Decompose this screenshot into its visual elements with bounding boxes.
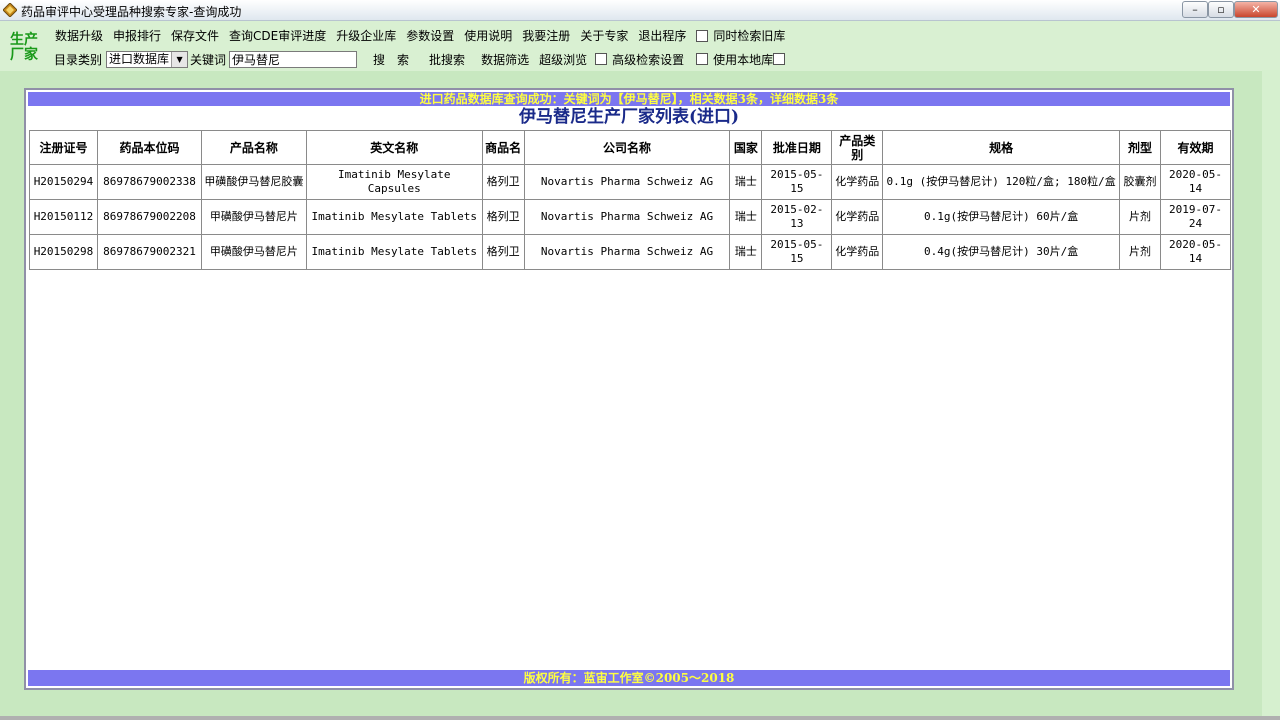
local-db-label: 使用本地库 [713, 52, 774, 67]
cell-form: 片剂 [1119, 234, 1161, 270]
filter-button[interactable]: 数据筛选 [481, 51, 529, 68]
menu-exit[interactable]: 退出程序 [638, 27, 686, 44]
window-title: 药品审评中心受理品种搜索专家-查询成功 [21, 5, 242, 19]
col-header[interactable]: 公司名称 [523, 130, 731, 165]
cell-english: Imatinib Mesylate Tablets [305, 234, 483, 270]
cell-brand: 格列卫 [481, 199, 525, 235]
cell-reg-no: H20150298 [29, 234, 98, 270]
cell-spec: 0.4g(按伊马替尼计) 30片/盒 [882, 234, 1120, 270]
menu-register[interactable]: 我要注册 [522, 27, 570, 44]
cell-company: Novartis Pharma Schweiz AG [523, 164, 731, 200]
title-bar: 药品审评中心受理品种搜索专家-查询成功 – ▫ ✕ [0, 0, 1280, 21]
col-header[interactable]: 商品名 [481, 130, 525, 165]
cell-approval-date: 2015-02-13 [761, 199, 833, 235]
advanced-settings-label[interactable]: 高级检索设置 [612, 51, 684, 68]
cell-country: 瑞士 [729, 164, 763, 200]
menu-data-upgrade[interactable]: 数据升级 [55, 27, 103, 44]
close-button[interactable]: ✕ [1234, 1, 1278, 18]
logo-line-1: 生产 [10, 32, 38, 48]
cell-category: 化学药品 [831, 164, 884, 200]
cell-expiry: 2020-05-14 [1159, 164, 1232, 200]
cell-reg-no: H20150112 [29, 199, 98, 235]
cell-english: Imatinib Mesylate Capsules [305, 164, 483, 200]
cell-reg-no: H20150294 [29, 164, 98, 200]
cell-expiry: 2020-05-14 [1159, 234, 1232, 270]
col-header[interactable]: 有效期 [1159, 130, 1232, 165]
cell-company: Novartis Pharma Schweiz AG [523, 199, 731, 235]
col-header[interactable]: 规格 [882, 130, 1120, 165]
menu-bar: 数据升级 申报排行 保存文件 查询CDE审评进度 升级企业库 参数设置 使用说明… [55, 27, 785, 44]
local-db-checkbox-2[interactable] [773, 53, 786, 65]
cell-category: 化学药品 [831, 199, 884, 235]
cell-brand: 格列卫 [481, 164, 525, 200]
status-strip [0, 716, 1280, 720]
cell-code: 86978679002338 [96, 164, 202, 200]
old-db-checkbox-label: 同时检索旧库 [713, 29, 786, 43]
cell-code: 86978679002321 [96, 234, 202, 270]
maximize-button[interactable]: ▫ [1208, 1, 1234, 18]
chevron-down-icon[interactable]: ▼ [171, 51, 188, 67]
cell-country: 瑞士 [729, 199, 763, 235]
col-header[interactable]: 产品名称 [200, 130, 307, 165]
logo: 生产 厂家 [10, 33, 44, 63]
logo-line-2: 厂家 [10, 47, 38, 63]
old-db-checkbox[interactable] [696, 29, 709, 42]
cell-brand: 格列卫 [481, 234, 525, 270]
cell-approval-date: 2015-05-15 [761, 164, 833, 200]
col-header[interactable]: 药品本位码 [96, 130, 202, 165]
menu-about[interactable]: 关于专家 [580, 27, 628, 44]
status-banner: 进口药品数据库查询成功：关键词为【伊马替尼】，相关数据3条，详细数据3条 [28, 92, 1230, 106]
cell-product: 甲磺酸伊马替尼胶囊 [200, 164, 307, 200]
cell-spec: 0.1g(按伊马替尼计) 60片/盒 [882, 199, 1120, 235]
batch-search-button[interactable]: 批搜索 [429, 51, 465, 68]
cell-product: 甲磺酸伊马替尼片 [200, 199, 307, 235]
advanced-checkbox[interactable] [595, 53, 608, 65]
table-header-row: 注册证号 药品本位码 产品名称 英文名称 商品名 公司名称 国家 批准日期 产品… [29, 130, 1232, 165]
cell-code: 86978679002208 [96, 199, 202, 235]
table-row[interactable]: H20150112 86978679002208 甲磺酸伊马替尼片 Imatin… [29, 199, 1232, 235]
col-header[interactable]: 注册证号 [29, 130, 98, 165]
catalog-select[interactable]: 进口数据库 ▼ [106, 50, 189, 68]
catalog-label: 目录类别 [54, 52, 103, 67]
search-button[interactable]: 搜 索 [373, 51, 409, 68]
menu-ranking[interactable]: 申报排行 [113, 27, 161, 44]
col-header[interactable]: 国家 [729, 130, 763, 165]
app-icon [3, 3, 17, 17]
local-db-checkbox[interactable] [696, 53, 709, 65]
catalog-select-value: 进口数据库 [109, 51, 170, 66]
menu-upgrade-company[interactable]: 升级企业库 [336, 27, 396, 44]
table-row[interactable]: H20150298 86978679002321 甲磺酸伊马替尼片 Imatin… [29, 234, 1232, 270]
menu-save-file[interactable]: 保存文件 [171, 27, 219, 44]
toolbar: 生产 厂家 数据升级 申报排行 保存文件 查询CDE审评进度 升级企业库 参数设… [0, 21, 1280, 71]
cell-country: 瑞士 [729, 234, 763, 270]
menu-help[interactable]: 使用说明 [464, 27, 512, 44]
menu-cde-progress[interactable]: 查询CDE审评进度 [229, 27, 326, 44]
keyword-input[interactable] [229, 50, 358, 68]
keyword-label: 关键词 [190, 52, 227, 67]
col-header[interactable]: 英文名称 [305, 130, 483, 165]
col-header[interactable]: 批准日期 [761, 130, 833, 165]
copyright-footer: 版权所有：蓝宙工作室©2005～2018 [28, 670, 1230, 686]
cell-form: 胶囊剂 [1119, 164, 1161, 200]
results-panel: 进口药品数据库查询成功：关键词为【伊马替尼】，相关数据3条，详细数据3条 伊马替… [24, 88, 1234, 690]
menu-settings[interactable]: 参数设置 [406, 27, 454, 44]
super-browse-button[interactable]: 超级浏览 [539, 51, 587, 68]
cell-category: 化学药品 [831, 234, 884, 270]
cell-spec: 0.1g (按伊马替尼计) 120粒/盒; 180粒/盒 [882, 164, 1120, 200]
cell-english: Imatinib Mesylate Tablets [305, 199, 483, 235]
search-row: 目录类别 进口数据库 ▼ 关键词 搜 索 批搜索 数据筛选 超级浏览 高级检索设… [54, 49, 790, 69]
minimize-button[interactable]: – [1182, 1, 1208, 18]
cell-approval-date: 2015-05-15 [761, 234, 833, 270]
table-row[interactable]: H20150294 86978679002338 甲磺酸伊马替尼胶囊 Imati… [29, 164, 1232, 200]
side-panel [1262, 70, 1280, 720]
col-header[interactable]: 剂型 [1119, 130, 1161, 165]
cell-company: Novartis Pharma Schweiz AG [523, 234, 731, 270]
results-table: 注册证号 药品本位码 产品名称 英文名称 商品名 公司名称 国家 批准日期 产品… [29, 130, 1232, 270]
col-header[interactable]: 产品类别 [831, 130, 884, 165]
list-title: 伊马替尼生产厂家列表(进口) [518, 107, 740, 127]
cell-form: 片剂 [1119, 199, 1161, 235]
cell-expiry: 2019-07-24 [1159, 199, 1232, 235]
cell-product: 甲磺酸伊马替尼片 [200, 234, 307, 270]
